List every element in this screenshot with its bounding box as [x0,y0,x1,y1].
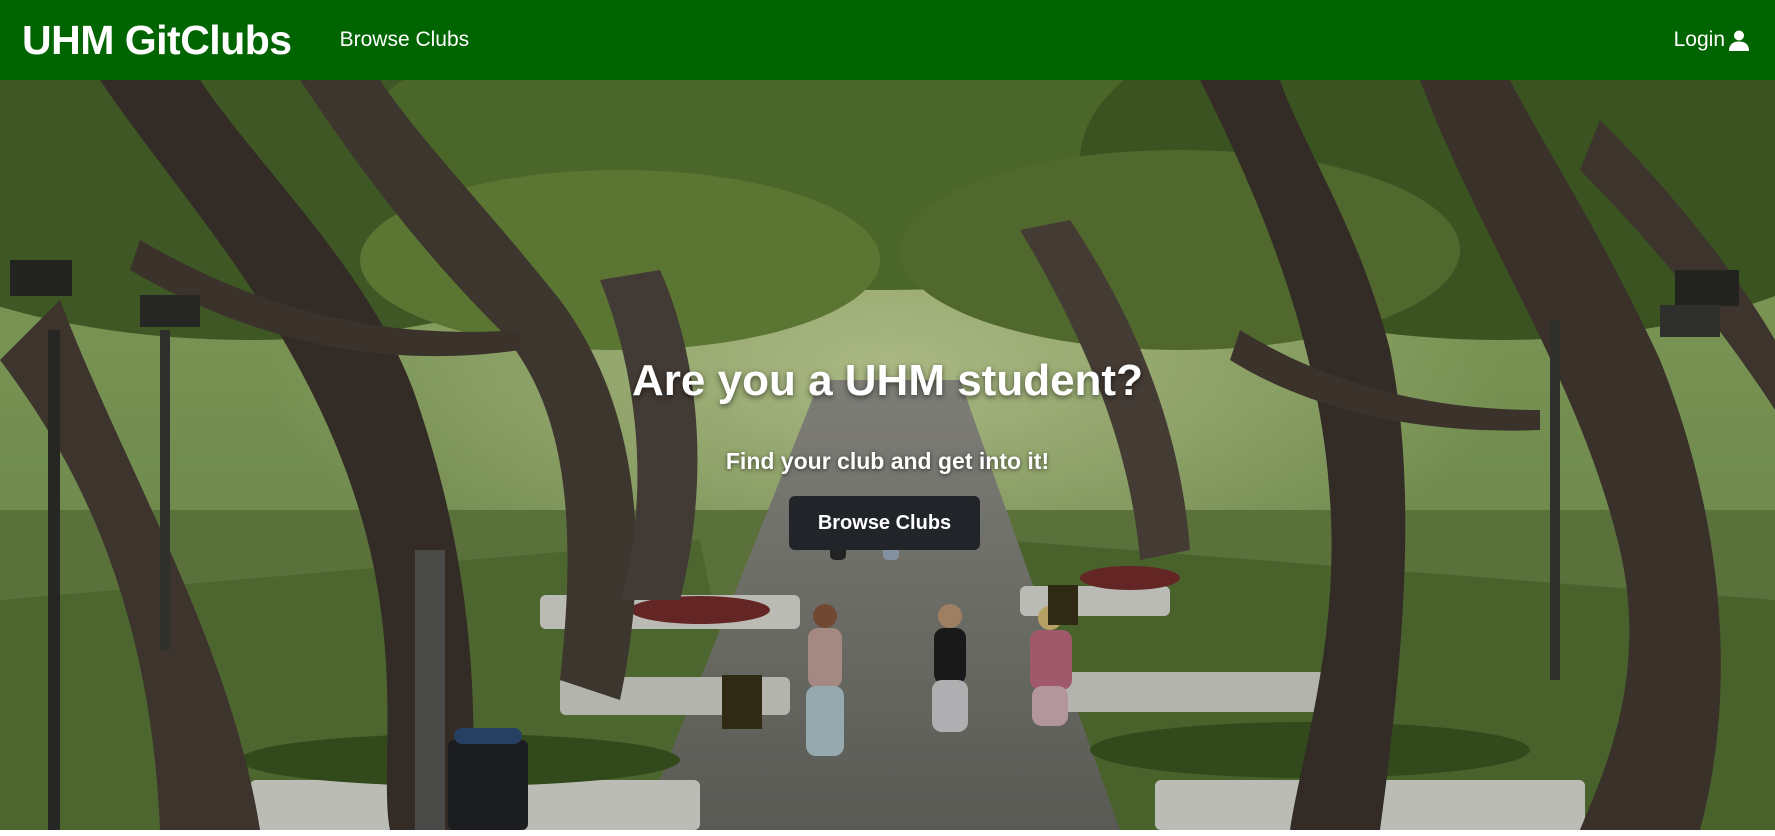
brand-logo-link[interactable]: UHM GitClubs [22,17,292,64]
browse-clubs-button[interactable]: Browse Clubs [789,496,980,550]
user-icon [1729,30,1749,51]
hero-section: Are you a UHM student? Find your club an… [0,80,1775,830]
login-label: Login [1673,28,1725,51]
login-button[interactable]: Login [1674,28,1751,52]
browse-clubs-nav-link[interactable]: Browse Clubs [340,28,470,52]
top-navbar: UHM GitClubs Browse Clubs Login [0,0,1775,80]
hero-title: Are you a UHM student? [632,356,1143,405]
page-bottom-edge [0,830,1775,836]
hero-subtitle: Find your club and get into it! [725,448,1050,474]
